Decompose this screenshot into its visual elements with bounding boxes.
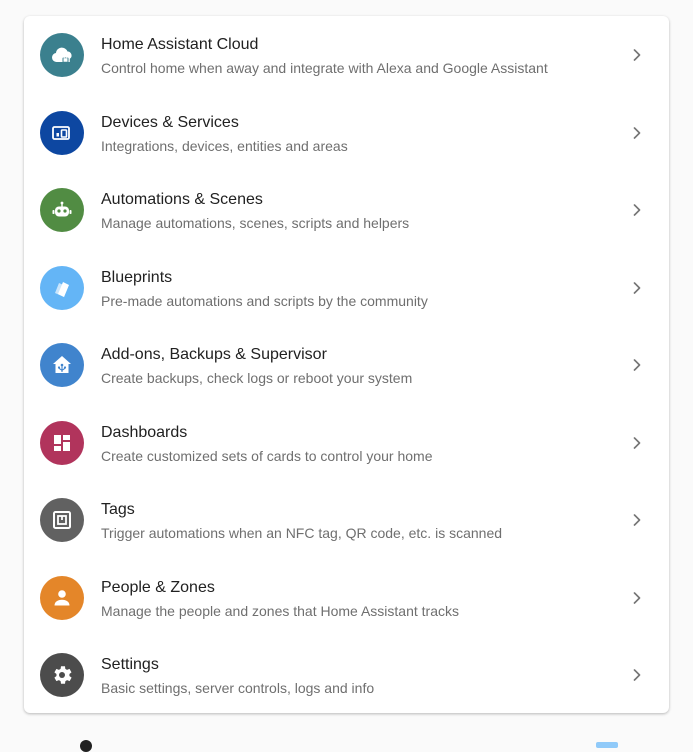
menu-item-settings[interactable]: Settings Basic settings, server controls… xyxy=(24,636,669,713)
menu-item-subtitle: Create customized sets of cards to contr… xyxy=(101,447,433,464)
dashboard-icon xyxy=(40,420,84,465)
menu-item-blueprints[interactable]: Blueprints Pre-made automations and scri… xyxy=(24,249,669,327)
menu-item-dashboards[interactable]: Dashboards Create customized sets of car… xyxy=(24,404,669,482)
menu-item-tags[interactable]: Tags Trigger automations when an NFC tag… xyxy=(24,481,669,559)
menu-item-subtitle: Basic settings, server controls, logs an… xyxy=(101,680,375,696)
home-assistant-icon xyxy=(40,343,84,387)
menu-item-subtitle: Create backups, check logs or reboot you… xyxy=(101,370,413,386)
chevron-right-icon xyxy=(633,591,641,604)
menu-item-subtitle: Integrations, devices, entities and area… xyxy=(101,137,348,154)
chevron-right-icon xyxy=(633,669,641,681)
menu-item-addons-backups-supervisor[interactable]: Add-ons, Backups & Supervisor Create bac… xyxy=(24,326,669,404)
menu-item-home-assistant-cloud[interactable]: Home Assistant Cloud Control home when a… xyxy=(24,16,669,94)
menu-item-title: Blueprints xyxy=(101,268,173,286)
chevron-right-icon xyxy=(633,436,641,449)
menu-item-title: Home Assistant Cloud xyxy=(101,36,259,53)
account-icon xyxy=(40,575,84,620)
menu-item-people-zones[interactable]: People & Zones Manage the people and zon… xyxy=(24,559,669,637)
menu-item-title: Tags xyxy=(101,501,135,518)
config-menu-card: Home Assistant Cloud Control home when a… xyxy=(24,16,669,713)
chevron-right-icon xyxy=(633,514,641,526)
menu-item-title: Automations & Scenes xyxy=(101,191,263,208)
robot-icon xyxy=(40,188,84,232)
nfc-tag-icon xyxy=(40,498,84,542)
cog-icon xyxy=(40,653,84,697)
menu-item-subtitle: Manage automations, scenes, scripts and … xyxy=(101,215,410,231)
cloud-lock-icon xyxy=(40,33,84,77)
config-menu-list: Home Assistant Cloud Control home when a… xyxy=(24,16,669,713)
menu-item-subtitle: Pre-made automations and scripts by the … xyxy=(101,292,428,309)
menu-item-title: Dashboards xyxy=(101,423,188,441)
menu-item-subtitle: Control home when away and integrate wit… xyxy=(101,60,548,76)
blueprint-icon xyxy=(40,265,84,310)
menu-item-title: Add-ons, Backups & Supervisor xyxy=(101,346,327,363)
chevron-right-icon xyxy=(633,49,641,61)
menu-item-devices-services[interactable]: Devices & Services Integrations, devices… xyxy=(24,94,669,172)
menu-item-subtitle: Trigger automations when an NFC tag, QR … xyxy=(101,525,503,541)
chevron-right-icon xyxy=(633,126,641,139)
devices-icon xyxy=(40,110,84,155)
menu-item-title: Devices & Services xyxy=(101,113,239,131)
menu-item-title: People & Zones xyxy=(101,578,215,596)
partial-icon xyxy=(596,742,618,748)
menu-item-automations-scenes[interactable]: Automations & Scenes Manage automations,… xyxy=(24,171,669,249)
partial-icon xyxy=(80,740,92,752)
chevron-right-icon xyxy=(633,204,641,216)
menu-item-subtitle: Manage the people and zones that Home As… xyxy=(101,602,459,619)
menu-item-title: Settings xyxy=(101,656,159,673)
chevron-right-icon xyxy=(633,281,641,294)
next-section-partial xyxy=(0,722,693,752)
chevron-right-icon xyxy=(633,359,641,371)
